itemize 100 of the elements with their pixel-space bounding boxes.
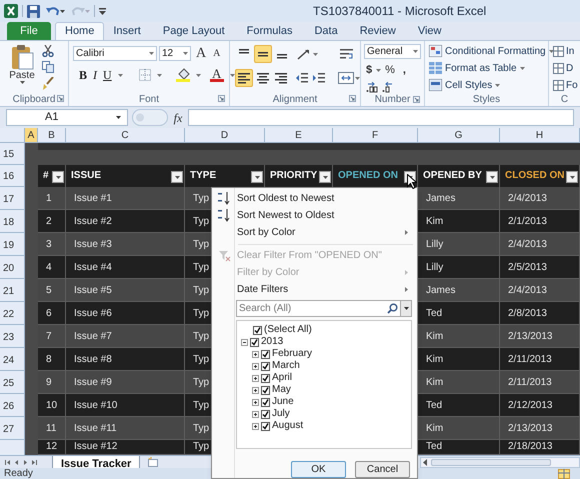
row-header[interactable]: 18 — [0, 210, 25, 233]
row-header[interactable]: 19 — [0, 233, 25, 256]
expand-icon[interactable] — [252, 422, 259, 430]
number-format-field[interactable]: General — [364, 44, 421, 59]
ribbon-tab[interactable]: Formulas — [238, 22, 302, 40]
next-sheet-icon[interactable] — [23, 458, 28, 466]
first-sheet-icon[interactable] — [5, 458, 10, 466]
decrease-indent-icon[interactable] — [295, 72, 308, 84]
sheet-tab[interactable]: Issue Tracker — [52, 456, 140, 468]
increase-decimal-icon[interactable] — [366, 82, 378, 92]
checked-checkbox-icon[interactable] — [261, 350, 270, 359]
column-header[interactable]: B — [38, 128, 66, 142]
brush-icon[interactable] — [42, 77, 54, 90]
ribbon-tab[interactable]: File — [7, 22, 51, 40]
row-header[interactable]: 20 — [0, 256, 25, 279]
decrease-decimal-icon[interactable] — [382, 82, 394, 92]
merge-cells-icon[interactable] — [338, 72, 354, 84]
paste-button[interactable]: Paste — [6, 44, 38, 92]
ok-button[interactable]: OK — [291, 460, 346, 478]
expand-icon[interactable] — [252, 350, 259, 358]
last-sheet-icon[interactable] — [32, 458, 37, 466]
search-dropdown-button[interactable] — [400, 301, 411, 316]
row-header[interactable]: 24 — [0, 348, 25, 371]
align-left-button[interactable] — [235, 69, 253, 87]
borders-icon[interactable] — [138, 69, 151, 81]
expand-icon[interactable] — [252, 374, 259, 382]
ribbon-tab[interactable]: Review — [350, 22, 405, 40]
column-header[interactable]: D — [185, 128, 265, 142]
cancel-button[interactable]: Cancel — [355, 460, 410, 478]
font-color-button[interactable]: A — [210, 68, 224, 82]
percent-button[interactable]: % — [385, 62, 395, 78]
column-header[interactable]: H — [500, 128, 580, 142]
insert-cells-button[interactable]: In — [553, 44, 580, 58]
currency-button[interactable]: $ — [366, 62, 372, 78]
ribbon-tab[interactable]: Home — [55, 22, 104, 40]
wrap-text-icon[interactable] — [339, 48, 354, 60]
filter-dropdown-button[interactable] — [171, 171, 183, 183]
filter-value-list[interactable]: (Select All) 2013 February March April May June July August — [236, 320, 412, 449]
row-header[interactable]: 26 — [0, 394, 25, 417]
new-sheet-icon[interactable] — [146, 457, 160, 467]
insert-function-button[interactable]: fx — [172, 108, 184, 126]
middle-align-button[interactable] — [254, 45, 272, 63]
format-as-table-button[interactable]: Format as Table — [429, 61, 544, 75]
column-header[interactable]: F — [333, 128, 418, 142]
row-header[interactable]: 27 — [0, 417, 25, 440]
customize-toolbar-icon[interactable] — [99, 8, 106, 14]
checked-checkbox-icon[interactable] — [261, 386, 270, 395]
dialog-launcher-icon[interactable] — [218, 95, 225, 102]
search-field[interactable]: Search (All) — [236, 300, 412, 318]
previous-sheet-icon[interactable] — [14, 458, 19, 466]
copy-icon[interactable] — [42, 61, 55, 73]
expand-icon[interactable] — [252, 362, 259, 370]
row-header[interactable]: 23 — [0, 325, 25, 348]
expand-icon[interactable] — [252, 398, 259, 406]
save-icon[interactable] — [27, 4, 40, 18]
filter-dropdown-button[interactable] — [486, 171, 498, 183]
row-header[interactable]: 15 — [0, 143, 25, 165]
checked-checkbox-icon[interactable] — [253, 326, 262, 335]
ribbon-tab[interactable]: View — [408, 22, 450, 40]
grow-font-button[interactable]: A — [196, 46, 206, 60]
column-header[interactable]: G — [418, 128, 500, 142]
dialog-launcher-icon[interactable] — [413, 96, 420, 102]
font-name-field[interactable]: Calibri — [73, 46, 157, 61]
checked-checkbox-icon[interactable] — [261, 374, 270, 383]
column-header[interactable]: A — [25, 128, 38, 142]
normal-view-icon[interactable] — [558, 468, 570, 478]
row-header[interactable]: 21 — [0, 279, 25, 302]
filter-dropdown-button[interactable] — [566, 171, 578, 183]
checked-checkbox-icon[interactable] — [261, 362, 270, 371]
bold-button[interactable]: B — [79, 66, 88, 84]
column-header[interactable]: E — [265, 128, 333, 142]
row-header[interactable]: 16 — [0, 165, 25, 187]
format-cells-button[interactable]: Fo — [553, 78, 580, 92]
name-box[interactable]: A1 — [6, 109, 128, 126]
cut-icon[interactable] — [42, 45, 54, 57]
formula-input[interactable] — [188, 109, 574, 126]
filter-dropdown-button[interactable] — [319, 171, 332, 183]
expand-icon[interactable] — [252, 410, 259, 418]
delete-cells-button[interactable]: D — [553, 61, 580, 75]
checked-checkbox-icon[interactable] — [250, 338, 259, 347]
horizontal-scrollbar[interactable] — [420, 456, 580, 468]
checked-checkbox-icon[interactable] — [261, 410, 270, 419]
filter-dropdown-button[interactable] — [52, 171, 64, 183]
row-header[interactable]: 25 — [0, 371, 25, 394]
italic-button[interactable]: I — [93, 66, 98, 84]
ribbon-tab[interactable]: Page Layout — [154, 22, 234, 40]
collapse-icon[interactable] — [241, 338, 248, 346]
spreadsheet-logo-icon[interactable] — [4, 4, 18, 18]
paint-bucket-icon[interactable] — [176, 68, 190, 82]
shrink-font-button[interactable]: A — [213, 48, 220, 60]
conditional-formatting-button[interactable]: Conditional Formatting — [429, 44, 544, 58]
increase-indent-icon[interactable] — [312, 72, 326, 84]
text-orientation-icon[interactable] — [296, 48, 312, 60]
row-header[interactable]: 17 — [0, 187, 25, 210]
comma-button[interactable]: , — [402, 62, 406, 78]
column-header[interactable]: C — [66, 128, 185, 142]
ribbon-tab[interactable]: Insert — [104, 22, 150, 40]
ribbon-tab[interactable]: Data — [305, 22, 347, 40]
expand-icon[interactable] — [252, 386, 259, 394]
filter-dropdown-button[interactable] — [251, 171, 263, 183]
